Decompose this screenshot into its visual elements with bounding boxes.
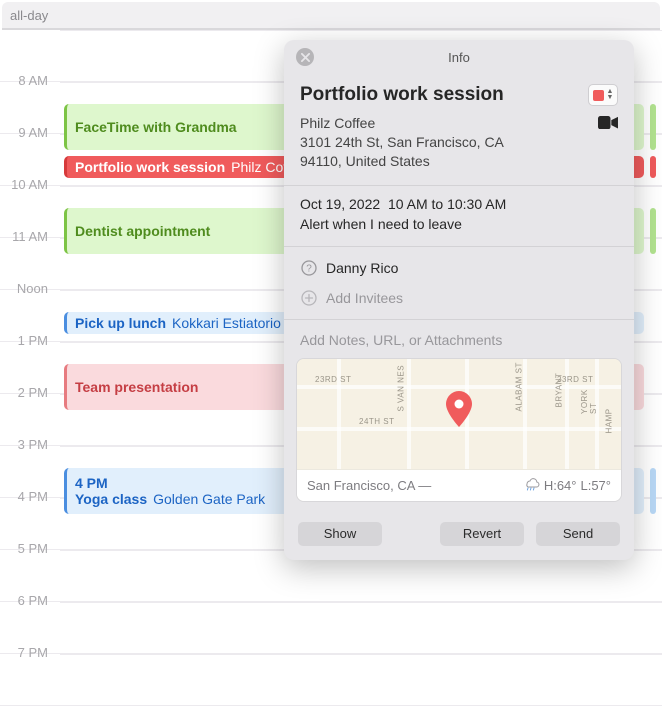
event-title: Pick up lunch <box>75 315 166 331</box>
hour-label: 8 AM <box>0 73 54 88</box>
hour-label: 5 PM <box>0 541 54 556</box>
weather-rain-icon <box>522 477 540 494</box>
popover-header: Info <box>284 40 634 74</box>
event-location: Kokkari Estiatorio <box>172 315 281 331</box>
street-label: 24TH ST <box>359 417 395 426</box>
add-invitees-label: Add Invitees <box>326 290 403 306</box>
event-location: Golden Gate Park <box>153 491 265 507</box>
hour-label: 2 PM <box>0 385 54 400</box>
location-name: Philz Coffee <box>300 114 504 133</box>
event-title: Team presentation <box>75 379 198 395</box>
map-city-label: San Francisco, CA — <box>307 478 431 493</box>
revert-button[interactable]: Revert <box>440 522 524 546</box>
weather-hi: H:64° <box>544 478 577 493</box>
hour-label: 11 AM <box>0 229 54 244</box>
section-notes[interactable]: Add Notes, URL, or Attachments <box>284 320 634 358</box>
section-datetime[interactable]: Oct 19, 2022 10 AM to 10:30 AM Alert whe… <box>284 186 634 247</box>
show-button[interactable]: Show <box>298 522 382 546</box>
question-circle-icon: ? <box>300 259 318 277</box>
street-label: S VAN NES <box>397 365 406 412</box>
event-title: Yoga class <box>75 491 147 507</box>
map-card[interactable]: 23RD ST 23RD ST 24TH ST S VAN NES ALABAM… <box>296 358 622 502</box>
plus-circle-icon <box>300 289 318 307</box>
hour-label: 4 PM <box>0 489 54 504</box>
street-label: 23RD ST <box>315 375 351 384</box>
color-swatch <box>593 90 604 101</box>
popover-actions: Show Revert Send <box>284 512 634 560</box>
section-title-location: Portfolio work session ▲▼ Philz Coffee 3… <box>284 74 634 186</box>
hour-label: 3 PM <box>0 437 54 452</box>
hour-label: 1 PM <box>0 333 54 348</box>
calendar-color-picker[interactable]: ▲▼ <box>588 84 618 106</box>
street-label: ALABAM ST <box>515 362 524 411</box>
street-label: YORK ST <box>580 382 598 414</box>
alert-text: Alert when I need to leave <box>300 216 618 232</box>
event-date: Oct 19, 2022 <box>300 196 380 212</box>
add-invitees-row[interactable]: Add Invitees <box>300 283 618 313</box>
hour-label: 6 PM <box>0 593 54 608</box>
invitee-row[interactable]: ? Danny Rico <box>300 253 618 283</box>
hour-label: Noon <box>0 281 54 296</box>
section-invitees: ? Danny Rico Add Invitees <box>284 247 634 320</box>
notes-placeholder: Add Notes, URL, or Attachments <box>300 324 618 358</box>
street-label: HAMP <box>605 408 614 433</box>
hour-label: 10 AM <box>0 177 54 192</box>
all-day-label: all-day <box>10 8 48 23</box>
event-title: FaceTime with Grandma <box>75 119 237 135</box>
svg-text:?: ? <box>306 263 312 274</box>
event-title-input[interactable]: Portfolio work session <box>300 84 504 106</box>
map-thumbnail: 23RD ST 23RD ST 24TH ST S VAN NES ALABAM… <box>297 359 621 469</box>
hour-label: 7 PM <box>0 645 54 660</box>
event-info-popover: Info Portfolio work session ▲▼ Philz Cof… <box>284 40 634 560</box>
map-footer: San Francisco, CA — H:64° L:57° <box>297 469 621 501</box>
hour-label: 9 AM <box>0 125 54 140</box>
map-pin-icon <box>446 391 472 430</box>
chevron-up-down-icon: ▲▼ <box>607 89 614 101</box>
side-strip <box>650 468 656 514</box>
street-label: BRYANT <box>555 372 564 407</box>
popover-title: Info <box>284 50 634 65</box>
video-call-icon[interactable] <box>598 116 618 130</box>
location-address-line2: 94110, United States <box>300 152 504 171</box>
location-text[interactable]: Philz Coffee 3101 24th St, San Francisco… <box>300 114 504 171</box>
invitee-name: Danny Rico <box>326 260 398 276</box>
weather-lo: L:57° <box>580 478 611 493</box>
side-strip <box>650 156 656 178</box>
event-time-label: 4 PM <box>75 475 108 491</box>
all-day-row[interactable]: all-day <box>2 2 660 30</box>
send-button[interactable]: Send <box>536 522 620 546</box>
location-address-line1: 3101 24th St, San Francisco, CA <box>300 133 504 152</box>
event-title: Dentist appointment <box>75 223 210 239</box>
side-strip <box>650 208 656 254</box>
event-time: 10 AM to 10:30 AM <box>388 196 506 212</box>
event-title: Portfolio work session <box>75 159 225 175</box>
side-strip <box>650 104 656 150</box>
